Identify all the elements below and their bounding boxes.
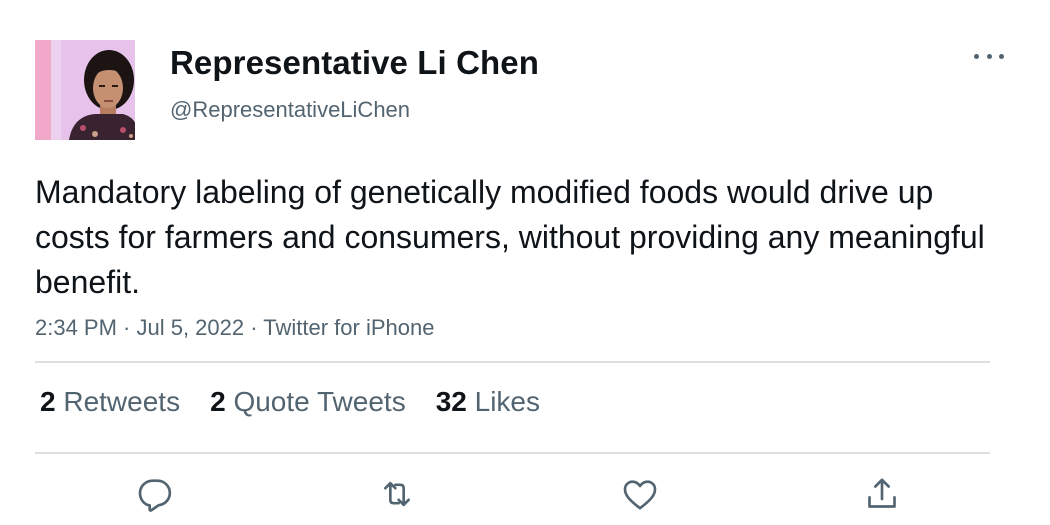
retweet-button[interactable] (373, 470, 421, 518)
tweet-text: Mandatory labeling of genetically modifi… (35, 174, 985, 300)
divider (35, 361, 990, 363)
reply-icon (138, 479, 172, 512)
action-bar (0, 470, 1050, 520)
quote-tweets-stat[interactable]: 2 Quote Tweets (210, 386, 406, 418)
like-button[interactable] (616, 470, 664, 518)
heart-icon (623, 480, 657, 510)
profile-photo (35, 40, 135, 140)
retweet-icon (384, 481, 410, 507)
retweets-label: Retweets (63, 386, 181, 417)
tweet-card: Representative Li Chen @RepresentativeLi… (0, 0, 1050, 525)
likes-count: 32 (435, 386, 467, 417)
author-handle[interactable]: @RepresentativeLiChen (170, 97, 410, 123)
share-icon (868, 478, 896, 508)
more-options-button[interactable] (972, 44, 1006, 68)
quote-tweets-count: 2 (210, 386, 226, 417)
avatar[interactable] (35, 40, 135, 140)
retweets-stat[interactable]: 2 Retweets (40, 386, 180, 418)
share-button[interactable] (858, 470, 906, 518)
more-dot (999, 53, 1004, 59)
more-dot (974, 53, 979, 59)
likes-stat[interactable]: 32 Likes (436, 386, 540, 418)
more-dot (986, 53, 992, 59)
tweet-stats: 2 Retweets 2 Quote Tweets 32 Likes (40, 386, 570, 418)
author-name[interactable]: Representative Li Chen (170, 44, 539, 82)
tweet-meta[interactable]: 2:34 PM · Jul 5, 2022 · Twitter for iPho… (35, 315, 434, 341)
likes-label: Likes (474, 386, 541, 417)
quote-tweets-label: Quote Tweets (233, 386, 406, 417)
retweets-count: 2 (40, 386, 56, 417)
divider (35, 452, 990, 454)
reply-button[interactable] (131, 470, 179, 518)
